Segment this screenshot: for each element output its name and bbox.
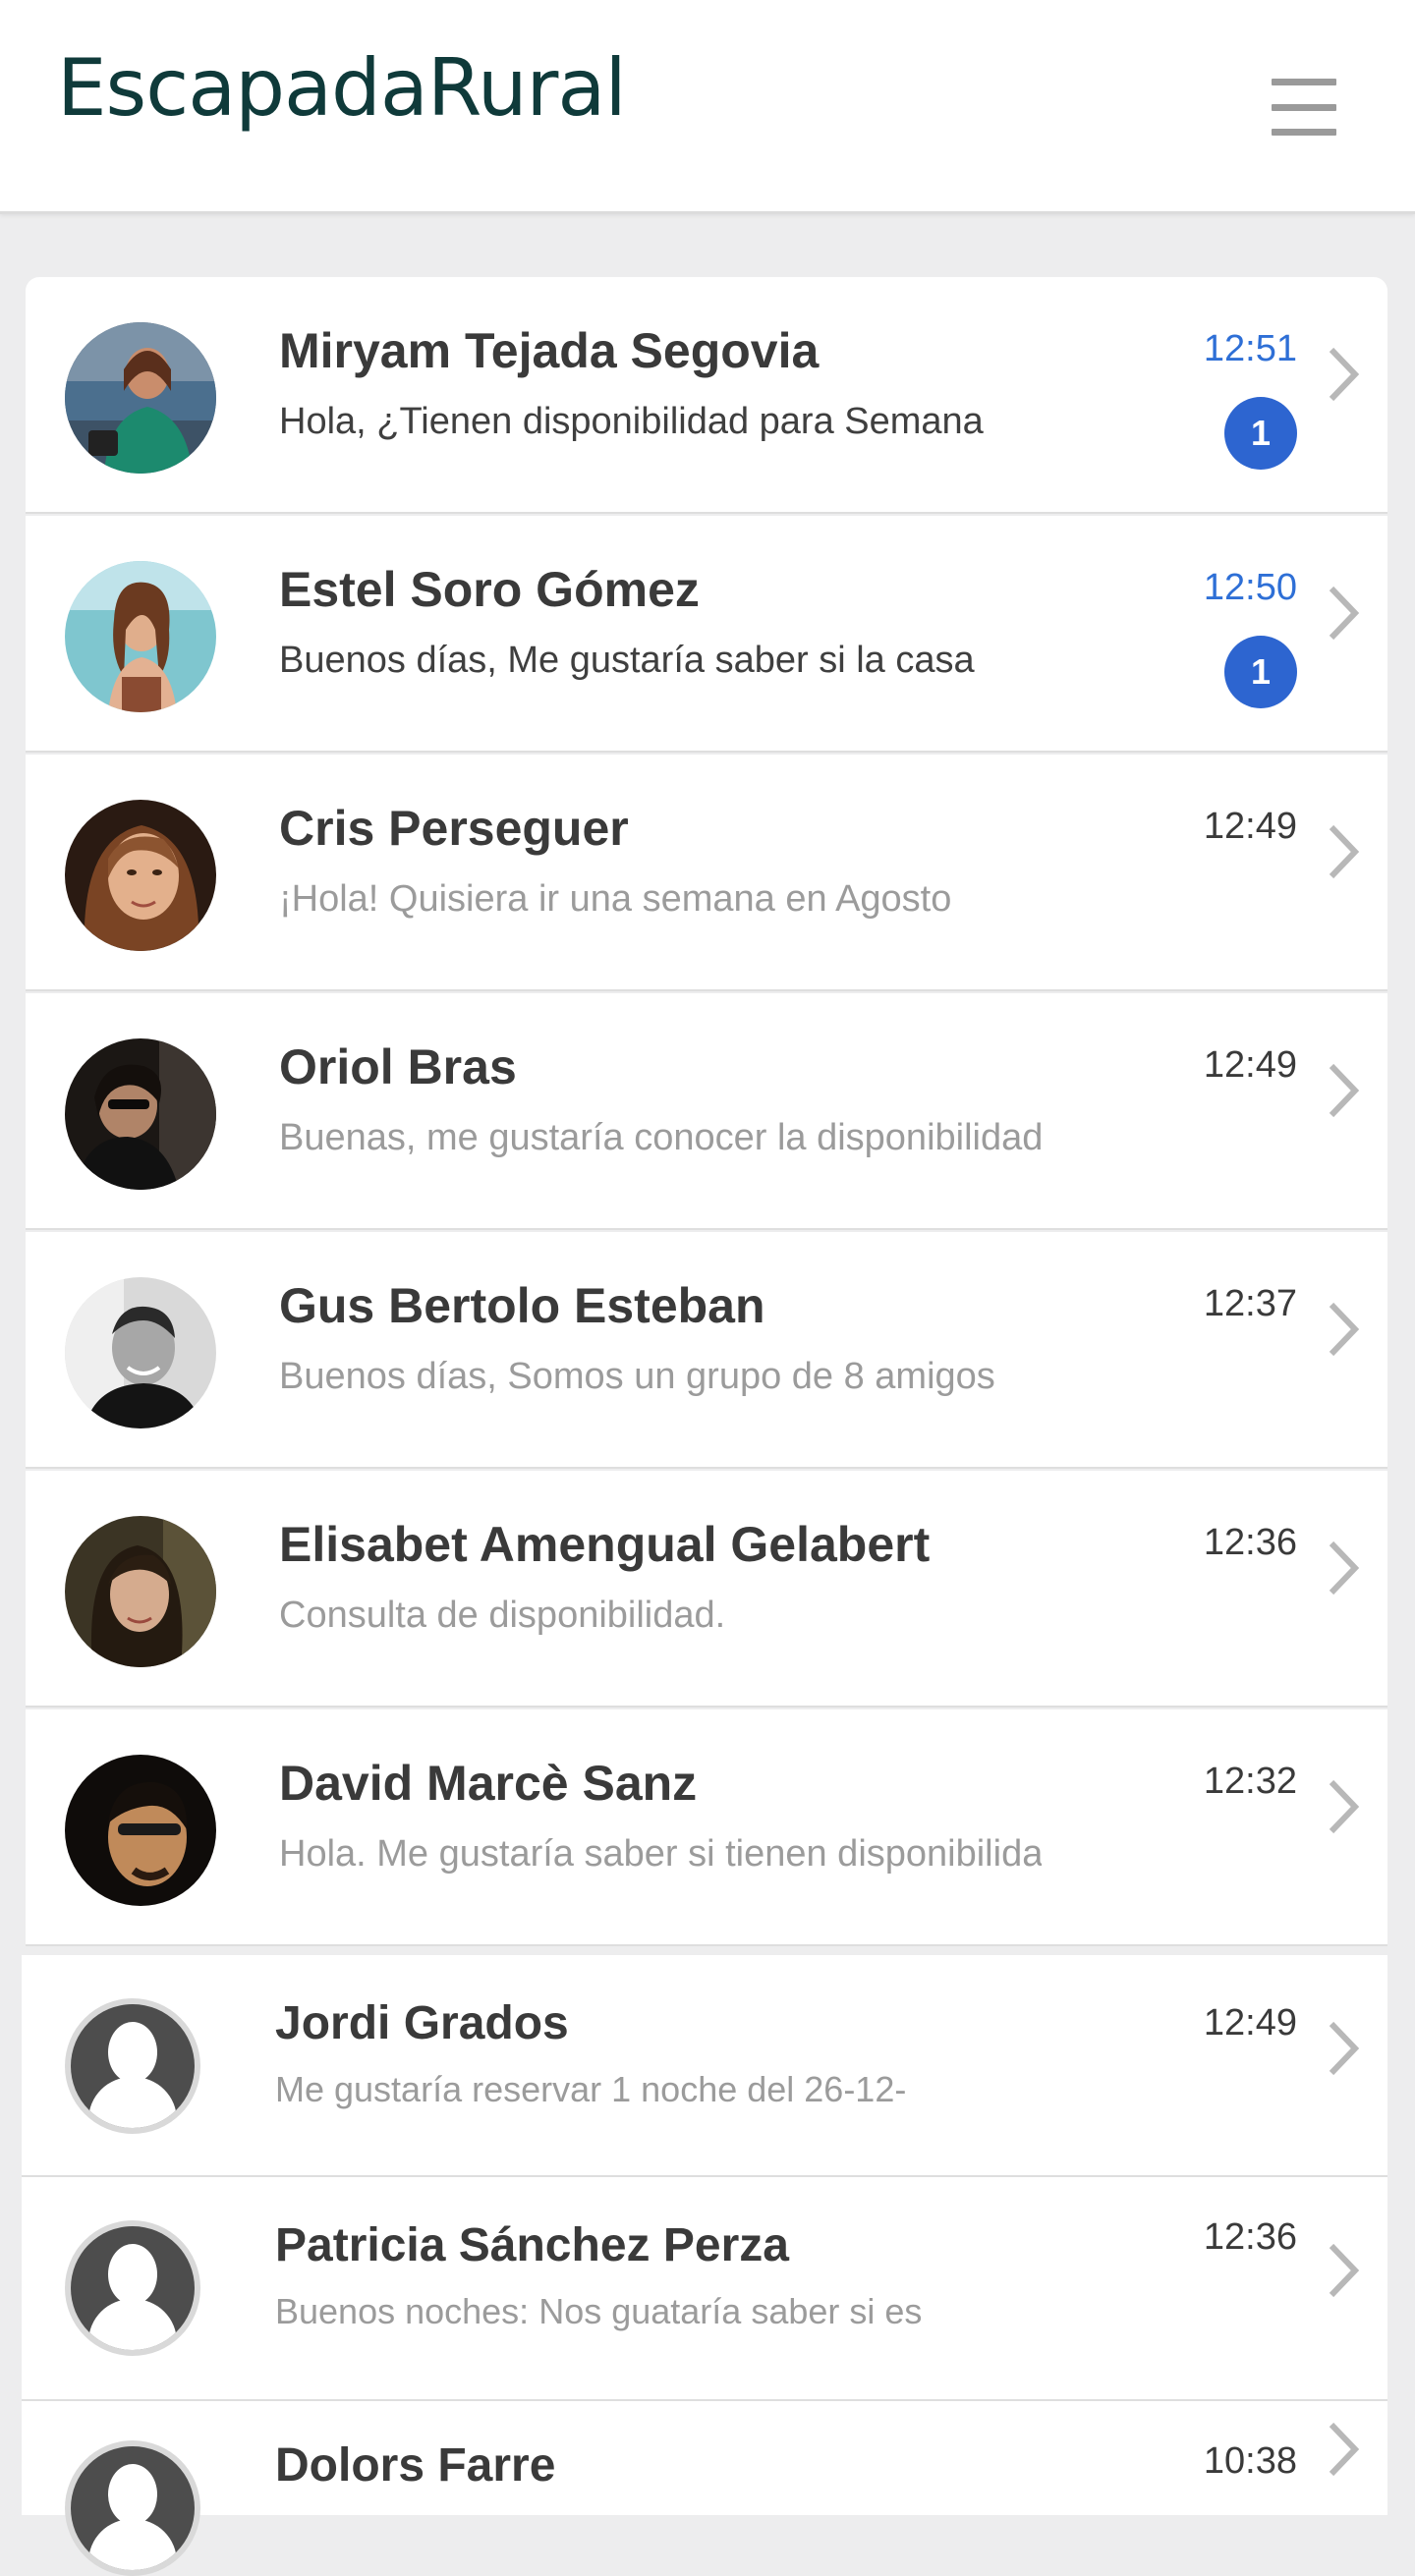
unread-count-badge: 1: [1224, 636, 1297, 708]
message-preview: Me gustaría reservar 1 noche del 26-12-: [275, 2069, 907, 2109]
message-time: 12:51: [1203, 328, 1297, 369]
chevron-right-icon: [1327, 2242, 1360, 2299]
conversation-item[interactable]: Cris Perseguer ¡Hola! Quisiera ir una se…: [26, 755, 1387, 991]
contact-name: Patricia Sánchez Perza: [275, 2219, 789, 2271]
default-avatar-icon: [65, 2440, 200, 2576]
avatar: [65, 1755, 216, 1906]
avatar: [65, 1277, 216, 1428]
message-preview: Hola. Me gustaría saber si tienen dispon…: [279, 1833, 1042, 1875]
chevron-right-icon: [1327, 1778, 1360, 1835]
message-time: 12:49: [1203, 806, 1297, 847]
chevron-right-icon: [1327, 2421, 1360, 2478]
message-preview: Buenos días, Me gustaría saber si la cas…: [279, 640, 975, 681]
chevron-right-icon: [1327, 1301, 1360, 1358]
top-navigation-bar: EscapadaRural: [0, 0, 1415, 214]
chevron-right-icon: [1327, 2020, 1360, 2077]
contact-name: David Marcè Sanz: [279, 1756, 698, 1811]
contact-name: Miryam Tejada Segovia: [279, 323, 820, 378]
default-avatar-icon: [65, 1998, 200, 2134]
default-avatar-icon: [65, 2220, 200, 2356]
chevron-right-icon: [1327, 1540, 1360, 1596]
brand-logo[interactable]: EscapadaRural: [57, 49, 627, 128]
unread-count-badge: 1: [1224, 397, 1297, 470]
contact-name: Gus Bertolo Esteban: [279, 1278, 765, 1333]
message-preview: Buenos noches: Nos guataría saber si es: [275, 2291, 923, 2331]
contact-name: Dolors Farre: [275, 2439, 556, 2492]
conversation-item[interactable]: Miryam Tejada Segovia Hola, ¿Tienen disp…: [26, 277, 1387, 514]
contact-name: Jordi Grados: [275, 1997, 569, 2049]
conversation-item[interactable]: Dolors Farre 10:38: [22, 2401, 1387, 2576]
contact-name: Cris Perseguer: [279, 801, 629, 856]
chevron-right-icon: [1327, 823, 1360, 880]
message-time: 12:49: [1203, 2002, 1297, 2044]
contact-name: Estel Soro Gómez: [279, 562, 700, 617]
message-preview: Buenos días, Somos un grupo de 8 amigos: [279, 1356, 995, 1397]
conversation-item[interactable]: David Marcè Sanz Hola. Me gustaría saber…: [26, 1709, 1387, 1946]
message-time: 10:38: [1203, 2440, 1297, 2482]
conversation-item[interactable]: Elisabet Amengual Gelabert Consulta de d…: [26, 1471, 1387, 1708]
message-time: 12:32: [1203, 1761, 1297, 1802]
message-time: 12:50: [1203, 567, 1297, 608]
message-time: 12:36: [1203, 1522, 1297, 1563]
message-preview: Hola, ¿Tienen disponibilidad para Semana: [279, 401, 984, 442]
message-time: 12:49: [1203, 1044, 1297, 1086]
message-preview: Buenas, me gustaría conocer la disponibi…: [279, 1117, 1042, 1158]
conversation-item[interactable]: Patricia Sánchez Perza Buenos noches: No…: [22, 2177, 1387, 2401]
contact-name: Oriol Bras: [279, 1039, 517, 1094]
conversation-item[interactable]: Jordi Grados Me gustaría reservar 1 noch…: [22, 1955, 1387, 2177]
message-time: 12:37: [1203, 1283, 1297, 1324]
hamburger-menu-icon[interactable]: [1272, 79, 1336, 136]
chevron-right-icon: [1327, 346, 1360, 403]
conversation-item[interactable]: Gus Bertolo Esteban Buenos días, Somos u…: [26, 1232, 1387, 1469]
conversation-item[interactable]: Oriol Bras Buenas, me gustaría conocer l…: [26, 993, 1387, 1230]
message-preview: Consulta de disponibilidad.: [279, 1595, 726, 1636]
avatar: [65, 322, 216, 474]
chevron-right-icon: [1327, 585, 1360, 642]
chevron-right-icon: [1327, 1062, 1360, 1119]
avatar: [65, 1038, 216, 1190]
conversation-item[interactable]: Estel Soro Gómez Buenos días, Me gustarí…: [26, 516, 1387, 753]
avatar: [65, 561, 216, 712]
avatar: [65, 1516, 216, 1667]
message-time: 12:36: [1203, 2216, 1297, 2258]
message-preview: ¡Hola! Quisiera ir una semana en Agosto: [279, 878, 952, 920]
contact-name: Elisabet Amengual Gelabert: [279, 1517, 931, 1572]
avatar: [65, 800, 216, 951]
